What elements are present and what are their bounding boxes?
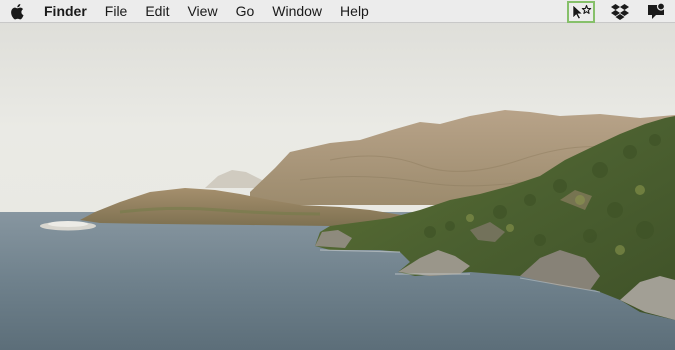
menu-go[interactable]: Go [227, 0, 264, 23]
cursor-star-icon[interactable] [567, 0, 595, 23]
dropbox-icon[interactable] [607, 1, 633, 22]
menu-bar: Finder File Edit View Go Window Help [0, 0, 675, 23]
status-area [563, 0, 675, 23]
notification-badge-icon[interactable] [643, 1, 669, 22]
menu-edit[interactable]: Edit [136, 0, 178, 23]
menu-file[interactable]: File [96, 0, 137, 23]
apple-logo-icon[interactable] [10, 3, 24, 20]
desktop: Finder File Edit View Go Window Help [0, 0, 675, 350]
menu-app-name[interactable]: Finder [44, 0, 96, 23]
wallpaper [0, 0, 675, 350]
menu-help[interactable]: Help [331, 0, 378, 23]
menu-view[interactable]: View [178, 0, 226, 23]
menu-window[interactable]: Window [263, 0, 331, 23]
